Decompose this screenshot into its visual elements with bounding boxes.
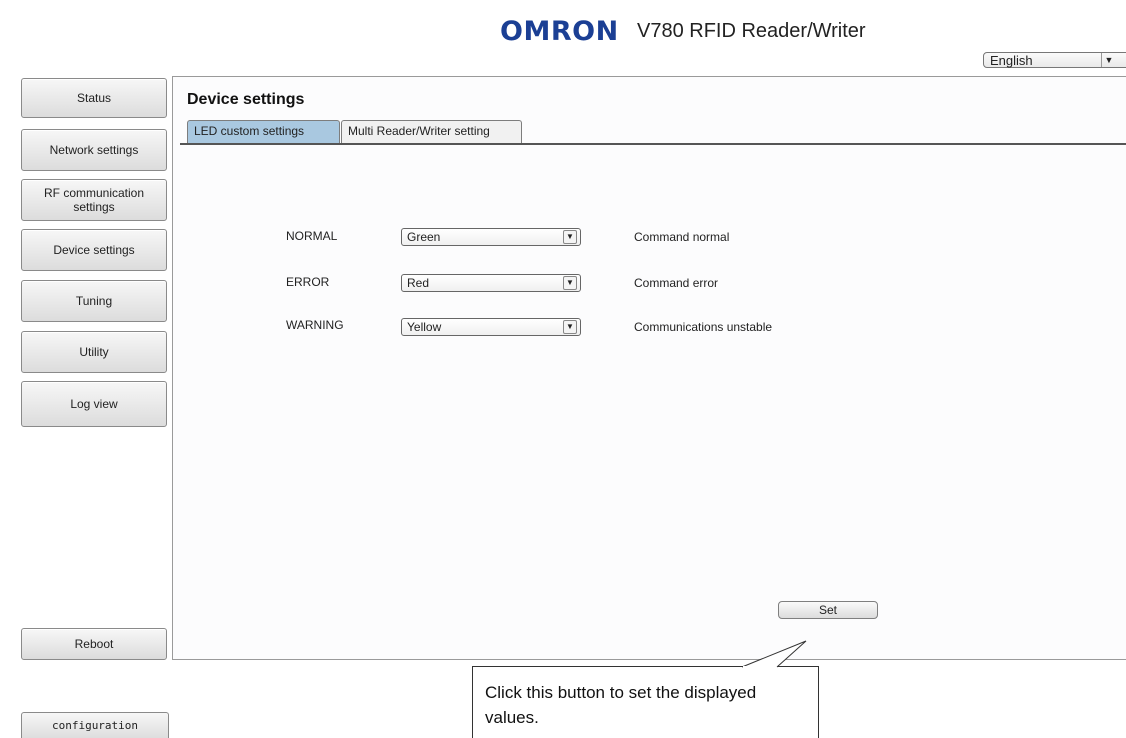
page-title: Device settings [187, 91, 305, 108]
language-value: English [990, 53, 1033, 68]
callout-text: Click this button to set the displayed v… [485, 683, 757, 727]
warning-description: Communications unstable [634, 320, 773, 334]
sidebar-item-label: Network settings [49, 143, 139, 157]
sidebar-item-label: RF communication settings [43, 186, 145, 214]
error-color-select[interactable]: Red ▼ [401, 274, 581, 292]
normal-label: NORMAL [286, 229, 338, 243]
warning-color-select[interactable]: Yellow ▼ [401, 318, 581, 336]
sidebar-item-rf-communication-settings[interactable]: RF communication settings [21, 179, 167, 221]
tab-led-custom-settings[interactable]: LED custom settings [187, 120, 340, 143]
chevron-down-icon: ▼ [563, 320, 577, 334]
chevron-down-icon: ▼ [563, 276, 577, 290]
sidebar-item-label: Tuning [75, 294, 113, 308]
sidebar-item-log-view[interactable]: Log view [21, 381, 167, 427]
normal-color-select[interactable]: Green ▼ [401, 228, 581, 246]
normal-color-value: Green [407, 230, 441, 244]
reboot-button[interactable]: Reboot [21, 628, 167, 660]
tab-multi-reader-writer-setting[interactable]: Multi Reader/Writer setting [341, 120, 522, 143]
tab-label: Multi Reader/Writer setting [348, 124, 490, 138]
configuration-button[interactable]: configuration [21, 712, 169, 738]
configuration-label: configuration [51, 719, 139, 732]
warning-color-value: Yellow [407, 320, 442, 334]
sidebar-item-label: Log view [70, 397, 118, 411]
omron-logo: OMRON [500, 16, 619, 47]
page: OMRON V780 RFID Reader/Writer English ▼ … [0, 0, 1126, 738]
sidebar-item-network-settings[interactable]: Network settings [21, 129, 167, 171]
sidebar-item-label: Utility [79, 345, 109, 359]
sidebar-item-tuning[interactable]: Tuning [21, 280, 167, 322]
warning-label: WARNING [286, 318, 344, 332]
language-select[interactable]: English ▼ [983, 52, 1126, 68]
reboot-label: Reboot [74, 637, 114, 651]
error-color-value: Red [407, 276, 430, 290]
sidebar-item-utility[interactable]: Utility [21, 331, 167, 373]
chevron-down-icon: ▼ [563, 230, 577, 244]
error-label: ERROR [286, 275, 330, 289]
sidebar-item-device-settings[interactable]: Device settings [21, 229, 167, 271]
normal-description: Command normal [634, 230, 730, 244]
sidebar-item-label: Status [76, 91, 112, 105]
sidebar-item-label: Device settings [53, 243, 135, 257]
tab-divider [180, 143, 1126, 145]
set-button[interactable]: Set [778, 601, 878, 619]
chevron-down-icon: ▼ [1101, 53, 1116, 67]
main-panel [172, 76, 1126, 660]
set-label: Set [818, 603, 837, 617]
tab-label: LED custom settings [194, 124, 305, 138]
sidebar-item-status[interactable]: Status [21, 78, 167, 118]
error-description: Command error [634, 276, 719, 290]
app-title: V780 RFID Reader/Writer [637, 20, 866, 42]
